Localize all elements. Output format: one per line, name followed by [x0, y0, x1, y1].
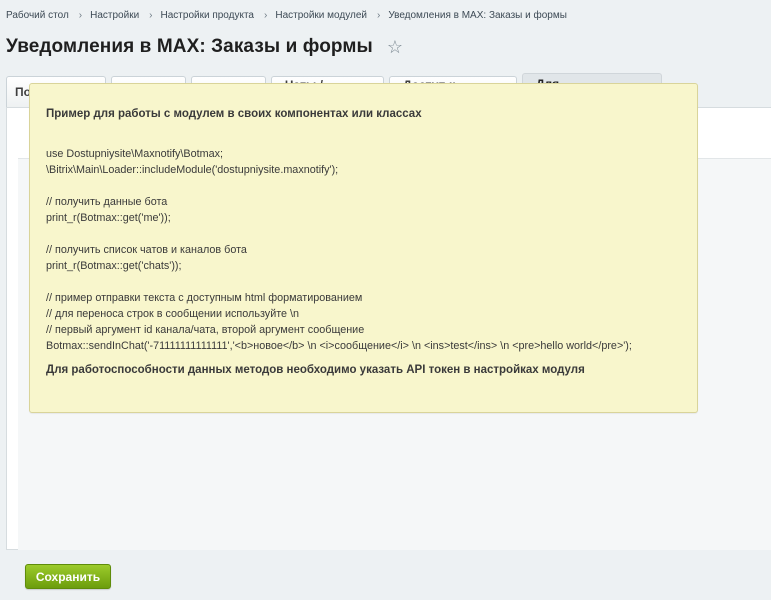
breadcrumb-settings[interactable]: Настройки [90, 10, 139, 21]
breadcrumb-separator-icon: › [78, 10, 83, 21]
page-title: Уведомления в MAX: Заказы и формы [6, 36, 373, 57]
breadcrumb-product-settings[interactable]: Настройки продукта [161, 10, 254, 21]
developer-notice: Пример для работы с модулем в своих комп… [29, 83, 698, 413]
breadcrumb-separator-icon: › [149, 10, 153, 21]
notice-footer: Для работоспособности данных методов нео… [46, 364, 585, 376]
notice-heading: Пример для работы с модулем в своих комп… [46, 108, 422, 120]
breadcrumb-current-module[interactable]: Уведомления в MAX: Заказы и формы [388, 10, 567, 21]
code-line: // первый аргумент id канала/чата, второ… [46, 324, 365, 336]
code-line: print_r(Botmax::get('chats')); [46, 260, 182, 272]
breadcrumb-module-settings[interactable]: Настройки модулей [275, 10, 367, 21]
breadcrumb-separator-icon: › [376, 10, 381, 21]
breadcrumb-desktop[interactable]: Рабочий стол [6, 10, 69, 21]
code-line: // получить список чатов и каналов бота [46, 244, 247, 256]
star-icon[interactable]: ☆ [387, 38, 403, 56]
breadcrumb-separator-icon: › [264, 10, 268, 21]
breadcrumb: Рабочий стол › Настройки › Настройки продукт… [6, 10, 567, 21]
code-line: \Bitrix\Main\Loader::includeModule('dost… [46, 164, 339, 176]
code-line: // пример отправки текста с доступным ht… [46, 292, 363, 304]
title-row: Уведомления в MAX: Заказы и формы ☆ [6, 36, 403, 58]
code-line: print_r(Botmax::get('me')); [46, 212, 171, 224]
code-line: // получить данные бота [46, 196, 168, 208]
code-example: use Dostupniysite\Maxnotify\Botmax; \Bit… [46, 146, 681, 354]
code-line: use Dostupniysite\Maxnotify\Botmax; [46, 148, 224, 160]
code-line: // для переноса строк в сообщении исполь… [46, 308, 300, 320]
save-button[interactable]: Сохранить [25, 564, 111, 589]
code-line: Botmax::sendInChat('-71111111111111','<b… [46, 340, 632, 352]
